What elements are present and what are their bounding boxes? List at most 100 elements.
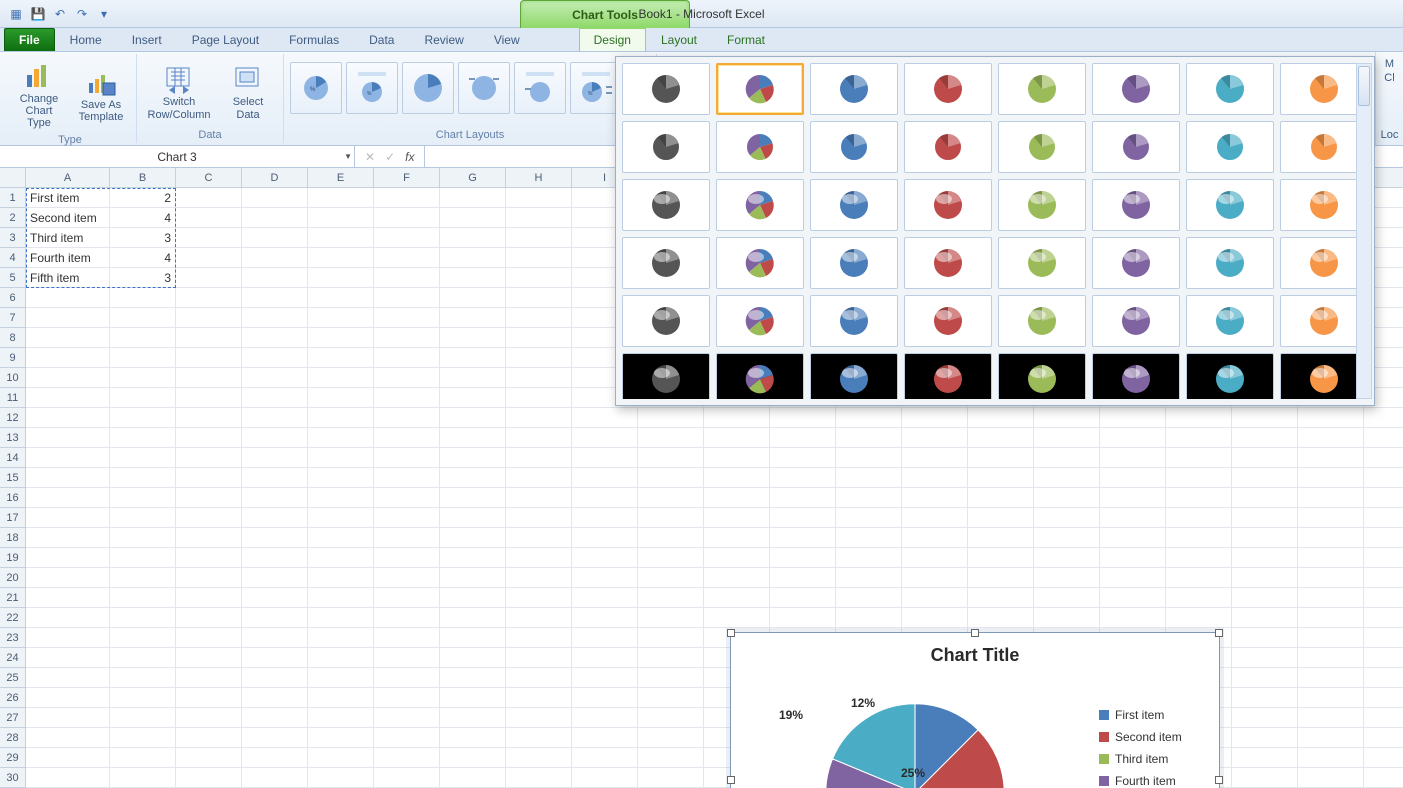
- chart-style-11[interactable]: [810, 121, 898, 173]
- cell[interactable]: [572, 768, 638, 788]
- cell[interactable]: [1298, 528, 1364, 548]
- cell[interactable]: [242, 508, 308, 528]
- resize-handle[interactable]: [971, 629, 979, 637]
- cell[interactable]: [440, 408, 506, 428]
- chart-style-15[interactable]: [1186, 121, 1274, 173]
- cell[interactable]: [836, 428, 902, 448]
- cell[interactable]: [440, 688, 506, 708]
- cell[interactable]: [242, 268, 308, 288]
- cell[interactable]: [506, 648, 572, 668]
- cell[interactable]: [110, 388, 176, 408]
- cell[interactable]: [110, 448, 176, 468]
- chart-style-34[interactable]: [716, 295, 804, 347]
- chart-style-44[interactable]: [904, 353, 992, 399]
- cell[interactable]: [1232, 568, 1298, 588]
- cell[interactable]: [968, 488, 1034, 508]
- cell[interactable]: [836, 608, 902, 628]
- chart-style-14[interactable]: [1092, 121, 1180, 173]
- cell[interactable]: [242, 328, 308, 348]
- cell[interactable]: [902, 448, 968, 468]
- cell[interactable]: [1166, 588, 1232, 608]
- cell[interactable]: [1364, 748, 1403, 768]
- cell[interactable]: [704, 468, 770, 488]
- tab-home[interactable]: Home: [55, 28, 117, 51]
- cell[interactable]: [506, 288, 572, 308]
- cell[interactable]: [506, 588, 572, 608]
- row-header-4[interactable]: 4: [0, 248, 26, 268]
- legend-item[interactable]: Third item: [1099, 752, 1219, 766]
- cell[interactable]: [638, 468, 704, 488]
- cell[interactable]: [176, 708, 242, 728]
- cell[interactable]: [506, 668, 572, 688]
- cell[interactable]: [440, 328, 506, 348]
- chart-style-27[interactable]: [810, 237, 898, 289]
- cell[interactable]: [1298, 768, 1364, 788]
- cell[interactable]: [26, 348, 110, 368]
- cell[interactable]: [110, 488, 176, 508]
- cell[interactable]: [308, 188, 374, 208]
- cell[interactable]: [572, 408, 638, 428]
- cell[interactable]: [242, 248, 308, 268]
- cell[interactable]: [638, 608, 704, 628]
- cell[interactable]: [572, 448, 638, 468]
- cell[interactable]: [110, 708, 176, 728]
- embedded-chart[interactable]: Chart Title 12% 25% 19% 25% 19% First it…: [730, 632, 1220, 788]
- cell[interactable]: [572, 748, 638, 768]
- cell[interactable]: [1364, 688, 1403, 708]
- cell[interactable]: [242, 608, 308, 628]
- cell[interactable]: [242, 308, 308, 328]
- cell[interactable]: [506, 728, 572, 748]
- cell[interactable]: [506, 388, 572, 408]
- cell[interactable]: [176, 448, 242, 468]
- cell[interactable]: [110, 568, 176, 588]
- cell[interactable]: [1298, 588, 1364, 608]
- cell[interactable]: [374, 608, 440, 628]
- cell[interactable]: [374, 508, 440, 528]
- cell[interactable]: [836, 548, 902, 568]
- cell[interactable]: [836, 488, 902, 508]
- cell[interactable]: [176, 728, 242, 748]
- cell[interactable]: [110, 688, 176, 708]
- chart-style-32[interactable]: [1280, 237, 1368, 289]
- cell[interactable]: [242, 468, 308, 488]
- chart-style-39[interactable]: [1186, 295, 1274, 347]
- cancel-icon[interactable]: ✕: [365, 150, 375, 164]
- cell[interactable]: [770, 588, 836, 608]
- cell[interactable]: [242, 208, 308, 228]
- chart-style-26[interactable]: [716, 237, 804, 289]
- chart-style-2[interactable]: [716, 63, 804, 115]
- cell[interactable]: [836, 408, 902, 428]
- cell[interactable]: [308, 408, 374, 428]
- column-header-A[interactable]: A: [26, 168, 110, 188]
- cell[interactable]: [440, 208, 506, 228]
- cell[interactable]: [1232, 708, 1298, 728]
- cell[interactable]: [572, 468, 638, 488]
- cell[interactable]: [110, 648, 176, 668]
- cell[interactable]: [374, 768, 440, 788]
- cell[interactable]: [572, 668, 638, 688]
- cell[interactable]: [242, 668, 308, 688]
- cell[interactable]: [308, 648, 374, 668]
- tab-review[interactable]: Review: [409, 28, 478, 51]
- cell[interactable]: [968, 528, 1034, 548]
- cell[interactable]: [1034, 488, 1100, 508]
- save-as-template-button[interactable]: Save As Template: [72, 62, 130, 126]
- cell[interactable]: [902, 528, 968, 548]
- row-header-21[interactable]: 21: [0, 588, 26, 608]
- redo-icon[interactable]: ↷: [74, 6, 90, 22]
- chart-style-22[interactable]: [1092, 179, 1180, 231]
- cell[interactable]: [1364, 448, 1403, 468]
- chart-style-43[interactable]: [810, 353, 898, 399]
- row-header-2[interactable]: 2: [0, 208, 26, 228]
- chart-style-48[interactable]: [1280, 353, 1368, 399]
- cell[interactable]: [440, 188, 506, 208]
- undo-icon[interactable]: ↶: [52, 6, 68, 22]
- cell[interactable]: [968, 408, 1034, 428]
- cell[interactable]: [308, 468, 374, 488]
- cell[interactable]: [440, 428, 506, 448]
- cell[interactable]: [176, 268, 242, 288]
- cell[interactable]: [572, 528, 638, 548]
- cell[interactable]: [440, 708, 506, 728]
- cell[interactable]: [176, 188, 242, 208]
- column-header-E[interactable]: E: [308, 168, 374, 188]
